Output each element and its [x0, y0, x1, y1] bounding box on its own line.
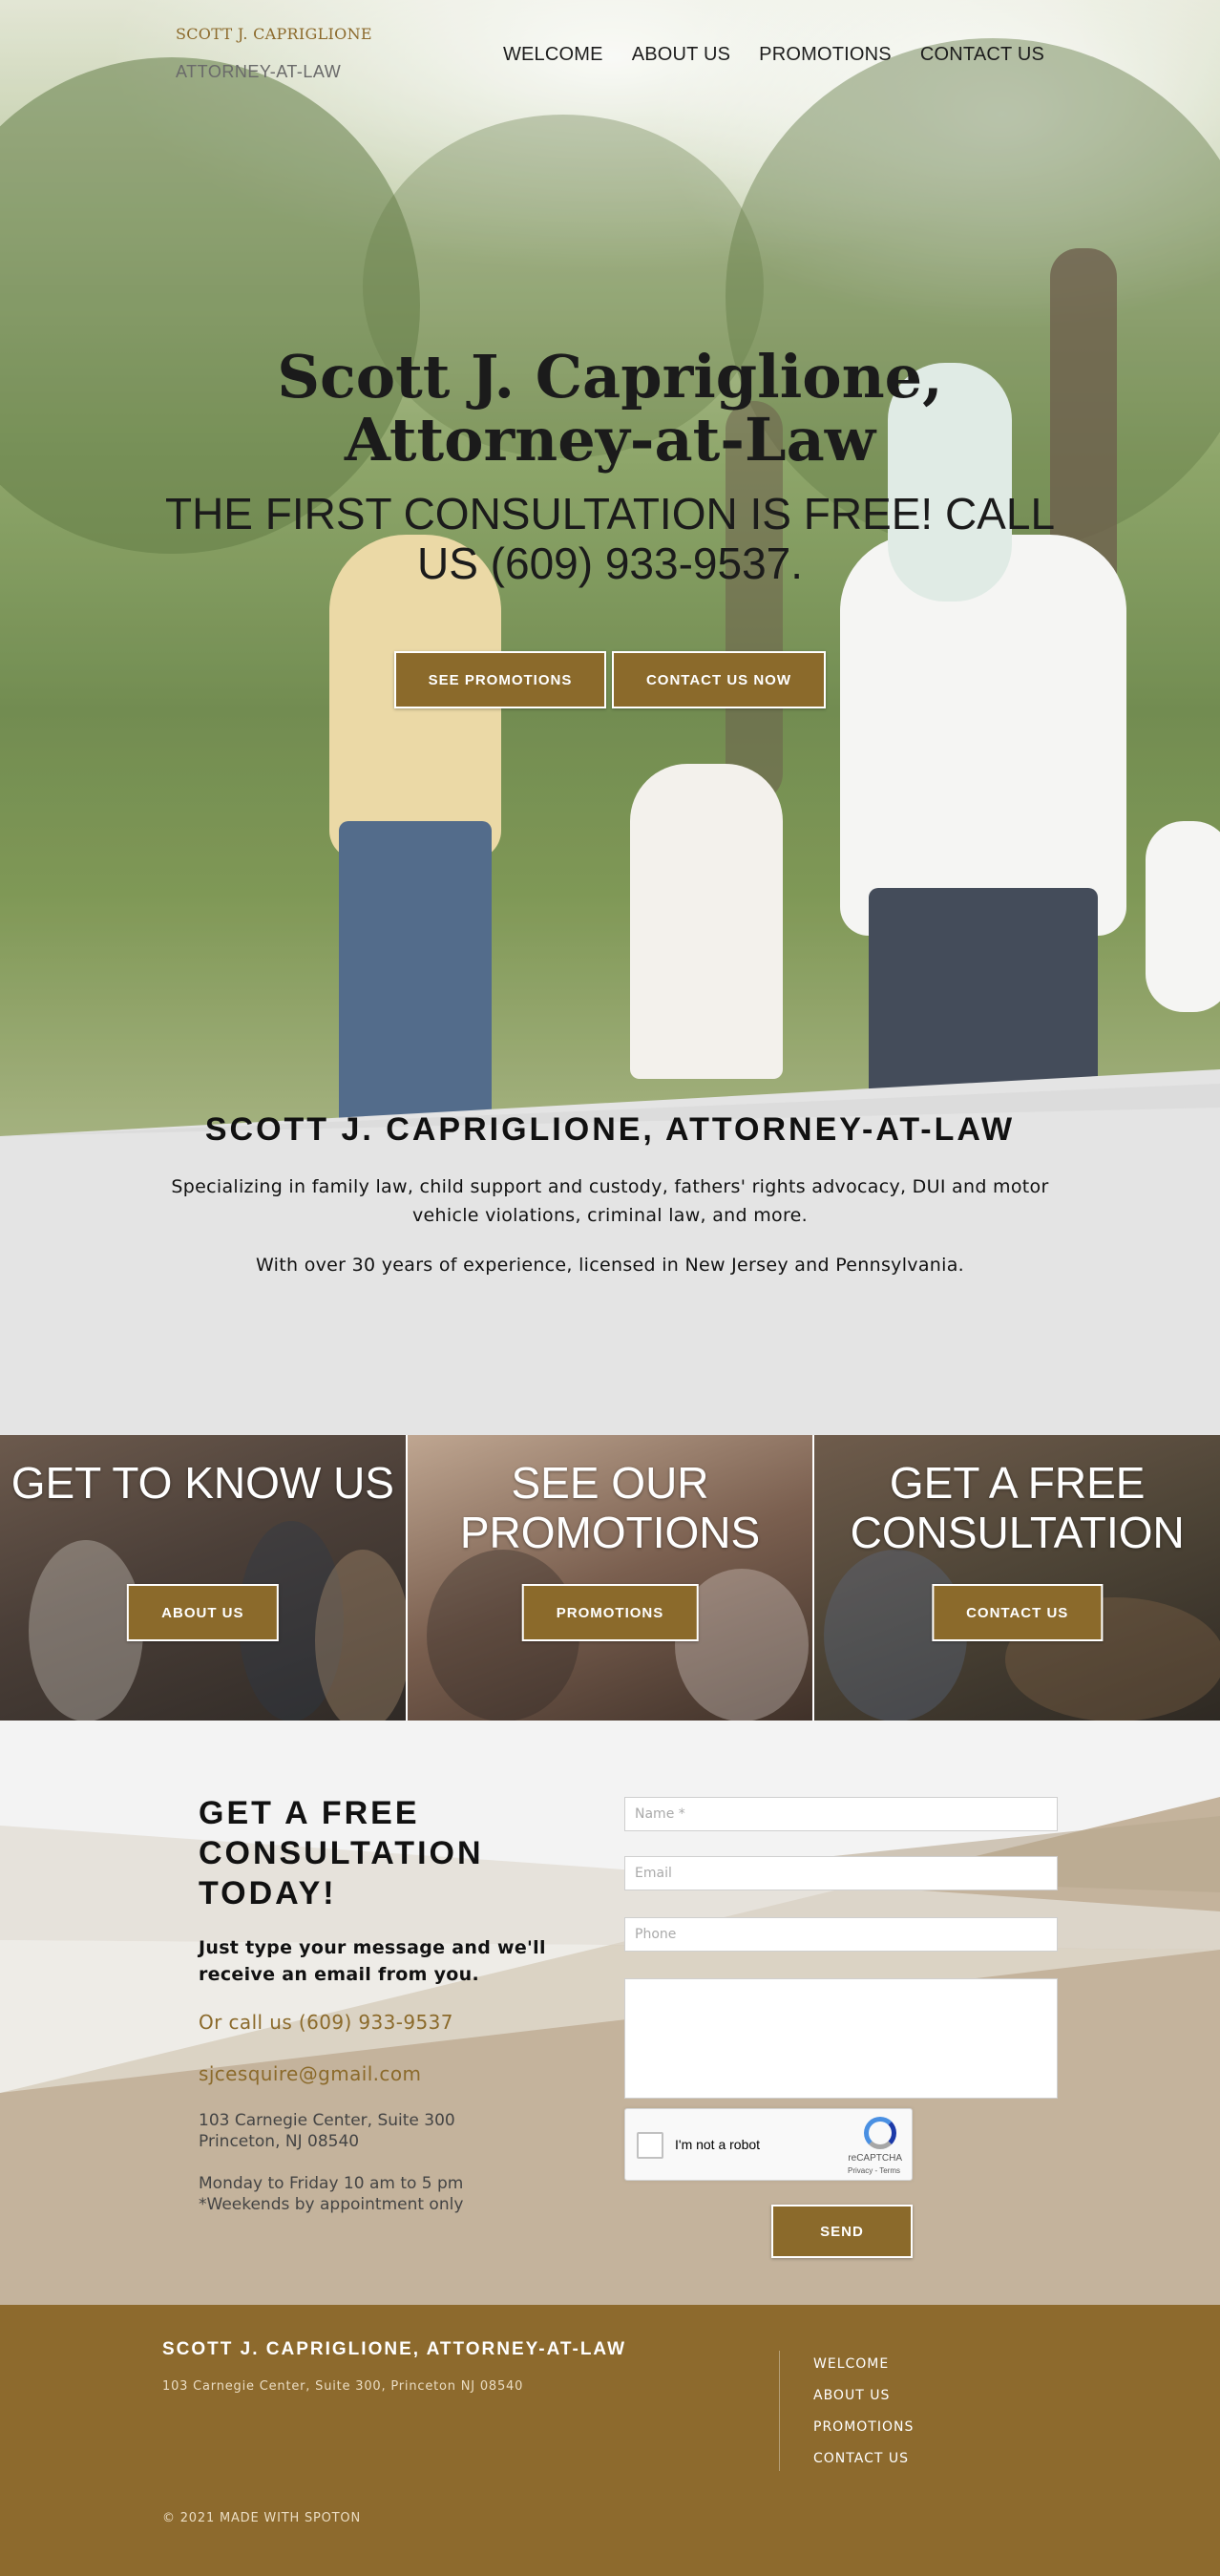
hero-buttons: SEE PROMOTIONS CONTACT US NOW — [0, 651, 1220, 708]
phone-field[interactable] — [624, 1917, 1058, 1952]
recaptcha-terms[interactable]: Privacy - Terms — [848, 2166, 900, 2175]
main-nav: WELCOME ABOUT US PROMOTIONS CONTACT US — [503, 44, 1044, 66]
about-us-button[interactable]: ABOUT US — [127, 1584, 279, 1641]
promotions-button[interactable]: PROMOTIONS — [521, 1584, 699, 1641]
nav-about-us[interactable]: ABOUT US — [632, 44, 730, 66]
contact-us-button[interactable]: CONTACT US — [932, 1584, 1104, 1641]
contact-lead: Just type your message and we'll receive… — [199, 1937, 546, 1985]
site-logo[interactable]: SCOTT J. CAPRIGLIONE ATTORNEY-AT-LAW — [176, 25, 372, 82]
hero-subtitle: THE FIRST CONSULTATION IS FREE! CALL US … — [164, 489, 1056, 588]
see-promotions-button[interactable]: SEE PROMOTIONS — [394, 651, 606, 708]
nav-contact-us[interactable]: CONTACT US — [920, 44, 1044, 66]
hours-line1: Monday to Friday 10 am to 5 pm — [199, 2174, 464, 2193]
hero-title-line2: Attorney-at-Law — [344, 405, 876, 475]
name-field[interactable] — [624, 1797, 1058, 1831]
contact-phone-link[interactable]: Or call us (609) 933-9537 — [199, 2011, 453, 2034]
address-line2: Princeton, NJ 08540 — [199, 2132, 360, 2151]
contact-address: 103 Carnegie Center, Suite 300 Princeton… — [199, 2110, 455, 2152]
message-field[interactable] — [624, 1978, 1058, 2099]
tile-title: GET TO KNOW US — [11, 1458, 394, 1508]
tile-title: SEE OUR PROMOTIONS — [459, 1458, 761, 1557]
hero-title: Scott J. Capriglione, Attorney-at-Law — [0, 346, 1220, 472]
feature-tiles: GET TO KNOW US ABOUT US SEE OUR PROMOTIO… — [0, 1435, 1220, 1721]
hero-title-line1: Scott J. Capriglione, — [277, 342, 943, 412]
tile-title: GET A FREE CONSULTATION — [850, 1458, 1185, 1557]
about-description: Specializing in family law, child suppor… — [171, 1176, 1049, 1226]
recaptcha-label: I'm not a robot — [675, 2137, 761, 2152]
tile-get-to-know-us: GET TO KNOW US ABOUT US — [0, 1435, 406, 1721]
contact-email-link[interactable]: sjcesquire@gmail.com — [199, 2062, 421, 2085]
email-field[interactable] — [624, 1856, 1058, 1890]
footer-link-about-us[interactable]: ABOUT US — [813, 2388, 914, 2403]
tile-see-our-promotions: SEE OUR PROMOTIONS PROMOTIONS — [407, 1435, 813, 1721]
contact-title: GET A FREE CONSULTATION TODAY! — [199, 1795, 484, 1911]
recaptcha-brand: reCAPTCHA — [848, 2153, 902, 2164]
footer-link-welcome[interactable]: WELCOME — [813, 2356, 914, 2372]
footer-divider — [779, 2351, 780, 2471]
footer-address: 103 Carnegie Center, Suite 300, Princeto… — [162, 2379, 524, 2394]
recaptcha-icon — [864, 2117, 896, 2149]
contact-hours: Monday to Friday 10 am to 5 pm *Weekends… — [199, 2173, 463, 2215]
footer-link-contact-us[interactable]: CONTACT US — [813, 2451, 914, 2466]
hours-line2: *Weekends by appointment only — [199, 2195, 464, 2214]
footer-nav: WELCOME ABOUT US PROMOTIONS CONTACT US — [813, 2356, 914, 2466]
recaptcha-widget: I'm not a robot reCAPTCHA Privacy - Term… — [624, 2108, 913, 2181]
footer-brand: SCOTT J. CAPRIGLIONE, ATTORNEY-AT-LAW — [162, 2339, 627, 2359]
footer-copyright: © 2021 MADE WITH SPOTON — [162, 2511, 361, 2525]
about-title: SCOTT J. CAPRIGLIONE, ATTORNEY-AT-LAW — [204, 1111, 1016, 1148]
send-button[interactable]: SEND — [771, 2205, 913, 2258]
address-line1: 103 Carnegie Center, Suite 300 — [199, 2111, 455, 2130]
brand-subtitle: ATTORNEY-AT-LAW — [176, 62, 342, 81]
nav-welcome[interactable]: WELCOME — [503, 44, 603, 66]
tile-get-a-free-consultation: GET A FREE CONSULTATION CONTACT US — [814, 1435, 1220, 1721]
contact-us-now-button[interactable]: CONTACT US NOW — [612, 651, 826, 708]
about-experience: With over 30 years of experience, licens… — [256, 1255, 964, 1276]
nav-promotions[interactable]: PROMOTIONS — [759, 44, 892, 66]
brand-name: SCOTT J. CAPRIGLIONE — [176, 25, 372, 43]
recaptcha-checkbox[interactable] — [637, 2132, 663, 2159]
footer-link-promotions[interactable]: PROMOTIONS — [813, 2419, 914, 2435]
